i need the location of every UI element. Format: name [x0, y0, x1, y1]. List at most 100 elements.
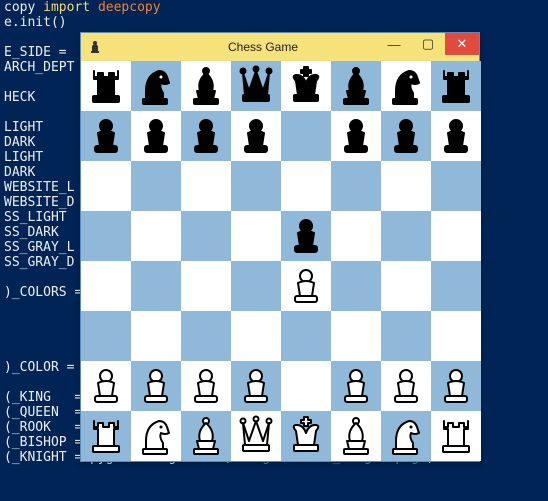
white-rook-icon[interactable] — [81, 411, 131, 461]
board-square[interactable] — [181, 361, 231, 411]
black-rook-icon[interactable] — [81, 61, 131, 111]
board-square[interactable] — [181, 211, 231, 261]
black-pawn-icon[interactable] — [381, 111, 431, 161]
board-square[interactable] — [431, 111, 481, 161]
board-square[interactable] — [131, 211, 181, 261]
board-square[interactable] — [81, 61, 131, 111]
board-square[interactable] — [231, 211, 281, 261]
board-square[interactable] — [231, 61, 281, 111]
board-square[interactable] — [131, 161, 181, 211]
board-square[interactable] — [331, 261, 381, 311]
board-square[interactable] — [131, 361, 181, 411]
board-square[interactable] — [231, 411, 281, 461]
board-square[interactable] — [231, 161, 281, 211]
board-square[interactable] — [181, 311, 231, 361]
white-pawn-icon[interactable] — [131, 361, 181, 411]
board-square[interactable] — [331, 61, 381, 111]
board-square[interactable] — [281, 61, 331, 111]
board-square[interactable] — [81, 361, 131, 411]
white-pawn-icon[interactable] — [81, 361, 131, 411]
board-square[interactable] — [381, 161, 431, 211]
board-square[interactable] — [131, 261, 181, 311]
board-square[interactable] — [281, 111, 331, 161]
board-square[interactable] — [381, 111, 431, 161]
board-square[interactable] — [331, 361, 381, 411]
board-square[interactable] — [181, 411, 231, 461]
board-square[interactable] — [381, 361, 431, 411]
black-pawn-icon[interactable] — [131, 111, 181, 161]
board-square[interactable] — [331, 161, 381, 211]
board-square[interactable] — [431, 361, 481, 411]
black-knight-icon[interactable] — [131, 61, 181, 111]
board-square[interactable] — [131, 61, 181, 111]
black-pawn-icon[interactable] — [181, 111, 231, 161]
white-pawn-icon[interactable] — [381, 361, 431, 411]
board-square[interactable] — [81, 161, 131, 211]
maximize-button[interactable]: ▢ — [411, 33, 445, 55]
board-square[interactable] — [431, 261, 481, 311]
white-knight-icon[interactable] — [131, 411, 181, 461]
board-square[interactable] — [81, 211, 131, 261]
board-square[interactable] — [81, 411, 131, 461]
minimize-button[interactable]: — — [377, 33, 411, 55]
black-king-icon[interactable] — [281, 61, 331, 111]
black-pawn-icon[interactable] — [231, 111, 281, 161]
board-square[interactable] — [431, 61, 481, 111]
board-square[interactable] — [431, 161, 481, 211]
white-king-icon[interactable] — [281, 411, 331, 461]
board-square[interactable] — [231, 311, 281, 361]
board-square[interactable] — [331, 311, 381, 361]
board-square[interactable] — [181, 261, 231, 311]
board-square[interactable] — [381, 311, 431, 361]
board-square[interactable] — [231, 261, 281, 311]
board-square[interactable] — [331, 411, 381, 461]
black-pawn-icon[interactable] — [331, 111, 381, 161]
board-square[interactable] — [231, 111, 281, 161]
white-knight-icon[interactable] — [381, 411, 431, 461]
board-square[interactable] — [131, 411, 181, 461]
white-pawn-icon[interactable] — [331, 361, 381, 411]
board-square[interactable] — [431, 311, 481, 361]
black-pawn-icon[interactable] — [431, 111, 481, 161]
board-square[interactable] — [431, 211, 481, 261]
board-square[interactable] — [381, 211, 431, 261]
white-pawn-icon[interactable] — [431, 361, 481, 411]
board-square[interactable] — [331, 111, 381, 161]
chess-board[interactable] — [81, 61, 481, 461]
board-square[interactable] — [381, 61, 431, 111]
close-button[interactable]: ✕ — [445, 33, 479, 55]
board-square[interactable] — [281, 411, 331, 461]
board-square[interactable] — [381, 411, 431, 461]
titlebar[interactable]: Chess Game — ▢ ✕ — [81, 33, 479, 61]
black-rook-icon[interactable] — [431, 61, 481, 111]
white-pawn-icon[interactable] — [231, 361, 281, 411]
board-square[interactable] — [81, 311, 131, 361]
white-bishop-icon[interactable] — [181, 411, 231, 461]
black-knight-icon[interactable] — [381, 61, 431, 111]
board-square[interactable] — [181, 111, 231, 161]
board-square[interactable] — [181, 61, 231, 111]
board-square[interactable] — [181, 161, 231, 211]
board-square[interactable] — [131, 311, 181, 361]
board-square[interactable] — [281, 211, 331, 261]
black-bishop-icon[interactable] — [181, 61, 231, 111]
board-square[interactable] — [281, 311, 331, 361]
black-bishop-icon[interactable] — [331, 61, 381, 111]
board-square[interactable] — [81, 261, 131, 311]
black-pawn-icon[interactable] — [281, 211, 331, 261]
white-bishop-icon[interactable] — [331, 411, 381, 461]
board-square[interactable] — [81, 111, 131, 161]
white-pawn-icon[interactable] — [181, 361, 231, 411]
white-pawn-icon[interactable] — [281, 261, 331, 311]
black-queen-icon[interactable] — [231, 61, 281, 111]
board-square[interactable] — [131, 111, 181, 161]
board-square[interactable] — [281, 361, 331, 411]
board-square[interactable] — [281, 261, 331, 311]
board-square[interactable] — [431, 411, 481, 461]
board-square[interactable] — [281, 161, 331, 211]
board-square[interactable] — [331, 211, 381, 261]
white-rook-icon[interactable] — [431, 411, 481, 461]
board-square[interactable] — [231, 361, 281, 411]
board-square[interactable] — [381, 261, 431, 311]
white-queen-icon[interactable] — [231, 411, 281, 461]
